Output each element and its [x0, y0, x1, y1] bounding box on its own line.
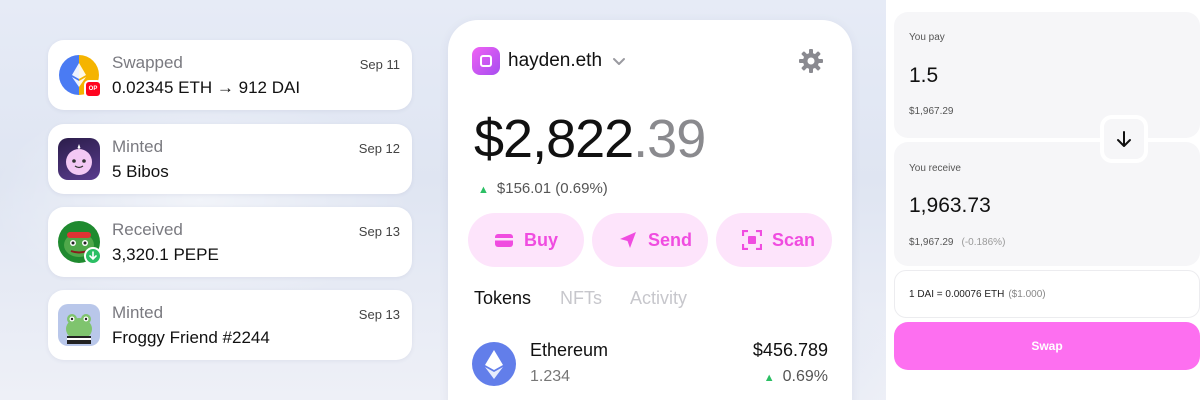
- balance-change-value: $156.01 (0.69%): [496, 180, 608, 197]
- receive-box[interactable]: You receive 1,963.73 $1,967.29 (-0.186%): [894, 142, 1200, 266]
- swap-panel: You pay 1.5 $1,967.29 You receive 1,963.…: [886, 0, 1200, 400]
- pay-usd: $1,967.29: [909, 106, 954, 117]
- froggy-nft-icon: [58, 304, 100, 346]
- pay-amount-input[interactable]: 1.5: [909, 64, 938, 88]
- swap-direction-button[interactable]: [1100, 115, 1148, 163]
- gear-icon[interactable]: [798, 48, 824, 74]
- up-triangle-icon: ▲: [763, 372, 775, 384]
- token-name: Ethereum: [530, 340, 609, 360]
- activity-detail: Froggy Friend #2244: [112, 328, 270, 347]
- optimism-badge-icon: OP: [84, 80, 102, 98]
- activity-detail: 0.02345 ETH → 912 DAI: [112, 78, 301, 97]
- activity-detail: 3,320.1 PEPE: [112, 245, 219, 264]
- scan-icon: [741, 229, 763, 251]
- token-row[interactable]: Ethereum 1.234 $456.789 ▲ 0.69%: [472, 338, 828, 388]
- arrow-down-icon: [1117, 131, 1131, 147]
- send-icon: [618, 230, 638, 250]
- scan-button-label: Scan: [772, 230, 816, 250]
- balance-cents: .39: [633, 109, 706, 169]
- receive-usd: $1,967.29 (-0.186%): [909, 237, 1005, 248]
- tab-tokens[interactable]: Tokens: [474, 288, 531, 309]
- receive-price-impact: (-0.186%): [961, 237, 1006, 248]
- receive-amount-input[interactable]: 1,963.73: [909, 194, 991, 218]
- exchange-rate-row[interactable]: 1 DAI = 0.00076 ETH ($1.000): [894, 270, 1200, 318]
- chevron-down-icon[interactable]: [612, 54, 626, 68]
- pay-box[interactable]: You pay 1.5 $1,967.29: [894, 12, 1200, 138]
- activity-item[interactable]: Minted 5 Bibos Sep 12: [48, 124, 412, 194]
- swap-button[interactable]: Swap: [894, 322, 1200, 370]
- card-icon: [494, 230, 514, 250]
- activity-date: Sep 11: [359, 57, 400, 72]
- ethereum-icon: [472, 342, 516, 386]
- token-amount: 1.234: [530, 368, 571, 385]
- token-change: ▲ 0.69%: [764, 368, 828, 386]
- buy-button-label: Buy: [524, 230, 559, 250]
- send-button-label: Send: [648, 230, 693, 250]
- activity-kind: Minted: [112, 137, 164, 156]
- activity-kind: Swapped: [112, 53, 183, 72]
- exchange-rate-usd: ($1.000): [1008, 289, 1046, 300]
- activity-date: Sep 13: [358, 307, 400, 322]
- action-buttons: Buy Send Scan: [468, 213, 832, 267]
- activity-item[interactable]: Received 3,320.1 PEPE Sep 13: [48, 207, 412, 277]
- tab-nfts[interactable]: NFTs: [560, 288, 602, 309]
- portfolio-balance: $2,822.39: [474, 108, 706, 170]
- send-button[interactable]: Send: [592, 213, 708, 267]
- up-triangle-icon: ▲: [478, 184, 489, 196]
- account-name[interactable]: hayden.eth: [508, 50, 602, 72]
- activity-kind: Received: [112, 220, 183, 239]
- buy-button[interactable]: Buy: [468, 213, 584, 267]
- activity-item[interactable]: Minted Froggy Friend #2244 Sep 13: [48, 290, 412, 360]
- received-arrow-icon: [84, 247, 102, 265]
- activity-item[interactable]: OP Swapped 0.02345 ETH → 912 DAI Sep 11: [48, 40, 412, 110]
- tab-activity[interactable]: Activity: [630, 288, 687, 309]
- activity-detail: 5 Bibos: [112, 162, 169, 181]
- receive-usd-value: $1,967.29: [909, 237, 954, 248]
- token-change-value: 0.69%: [782, 368, 828, 385]
- account-avatar: [472, 47, 500, 75]
- bibo-nft-icon: [58, 138, 100, 180]
- token-value: $456.789: [752, 340, 828, 360]
- receive-label: You receive: [909, 163, 961, 174]
- activity-kind: Minted: [112, 303, 164, 322]
- balance-change: ▲ $156.01 (0.69%): [478, 180, 608, 197]
- scan-button[interactable]: Scan: [716, 213, 832, 267]
- pay-label: You pay: [909, 32, 945, 43]
- balance-dollars: $2,822: [474, 109, 634, 169]
- exchange-rate-value: 1 DAI = 0.00076 ETH: [909, 289, 1005, 300]
- exchange-rate: 1 DAI = 0.00076 ETH ($1.000): [909, 289, 1046, 300]
- activity-date: Sep 13: [358, 224, 400, 239]
- activity-date: Sep 12: [358, 141, 400, 156]
- wallet-card: hayden.eth $2,822.39 ▲ $156.01 (0.69%) B…: [448, 20, 852, 400]
